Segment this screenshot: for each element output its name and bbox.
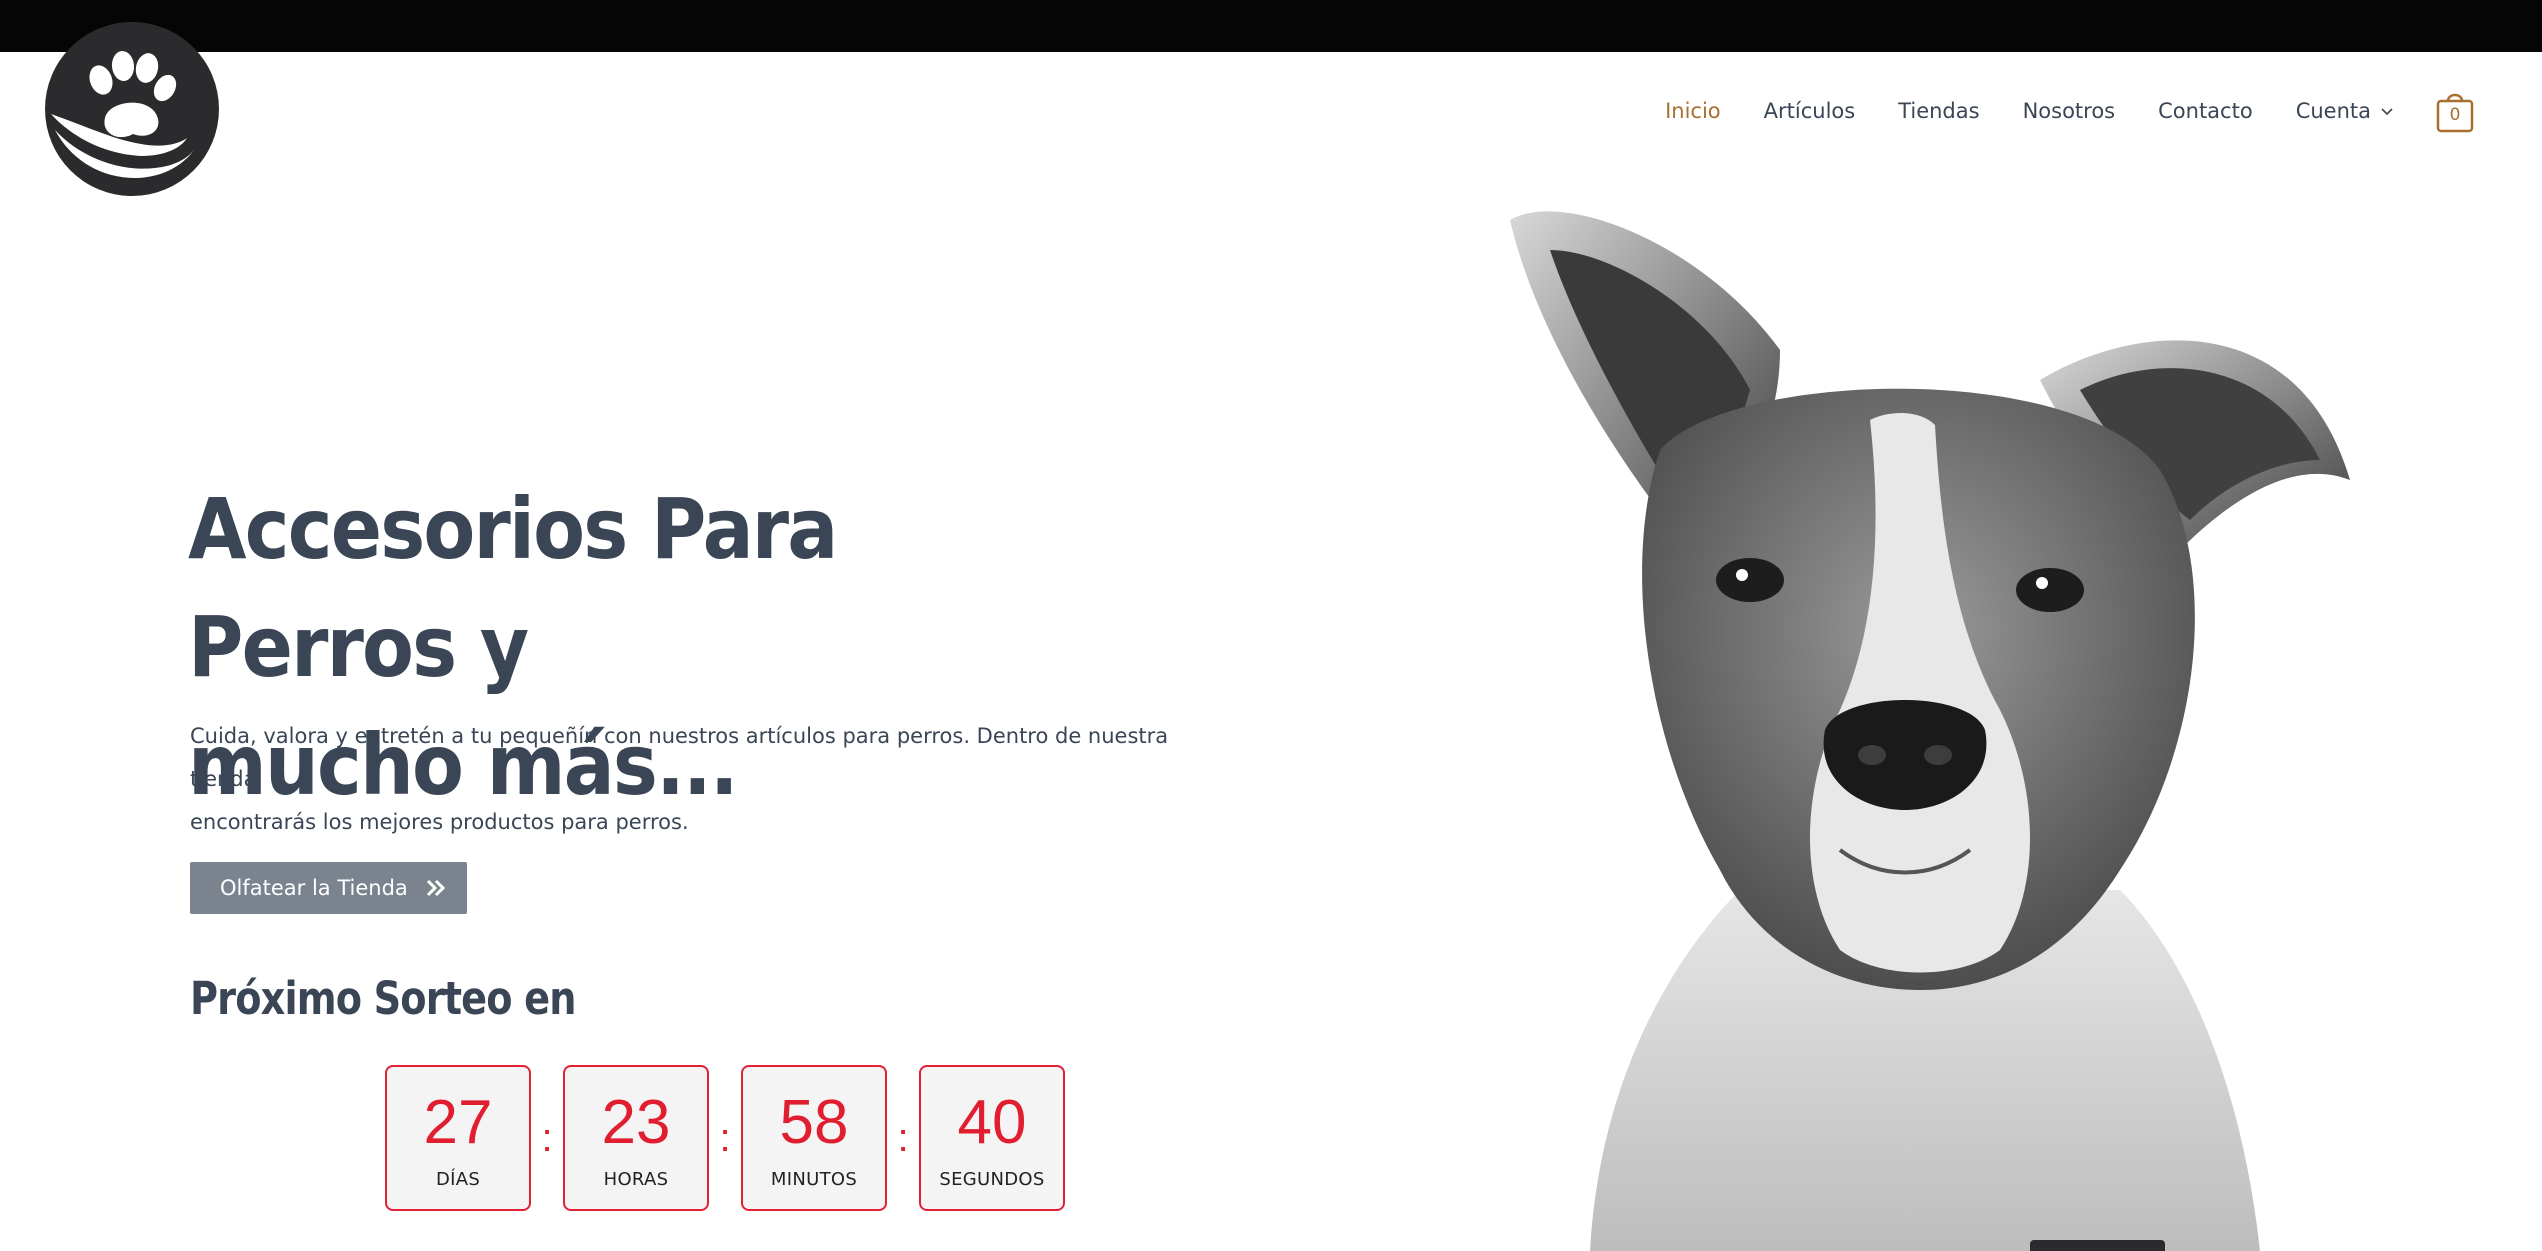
countdown-separator: :: [541, 1116, 553, 1160]
cart-button[interactable]: 0: [2436, 91, 2474, 133]
countdown-days-value: 27: [423, 1088, 493, 1157]
nav-item-cuenta-label: Cuenta: [2295, 99, 2371, 123]
countdown-heading: Próximo Sorteo en: [190, 972, 576, 1025]
top-black-bar: [0, 0, 2542, 52]
cart-count: 0: [2449, 105, 2461, 125]
main-nav: Inicio Artículos Tiendas Nosotros Contac…: [1622, 93, 2474, 133]
hero-description: Cuida, valora y entretén a tu pequeñín c…: [190, 715, 1220, 844]
shop-cta-button[interactable]: Olfatear la Tienda: [190, 862, 467, 914]
shop-cta-label: Olfatear la Tienda: [220, 876, 408, 900]
hero-description-line2: encontrarás los mejores productos para p…: [190, 810, 689, 834]
hero-description-line1: Cuida, valora y entretén a tu pequeñín c…: [190, 724, 1169, 791]
bottom-widget-tab[interactable]: [2030, 1240, 2165, 1251]
countdown-separator: :: [719, 1116, 731, 1160]
nav-item-contacto[interactable]: Contacto: [2158, 99, 2253, 123]
countdown-minutes: 58 MINUTOS: [741, 1065, 887, 1211]
countdown-timer: 27 DÍAS : 23 HORAS : 58 MINUTOS : 40 SEG…: [385, 1065, 1065, 1211]
countdown-hours: 23 HORAS: [563, 1065, 709, 1211]
chevron-down-icon: [2381, 108, 2393, 116]
countdown-seconds-value: 40: [957, 1088, 1027, 1157]
nav-item-nosotros[interactable]: Nosotros: [2023, 99, 2116, 123]
countdown-hours-label: HORAS: [603, 1169, 669, 1190]
countdown-seconds: 40 SEGUNDOS: [919, 1065, 1065, 1211]
countdown-seconds-label: SEGUNDOS: [939, 1169, 1045, 1190]
paw-hand-logo-icon: [48, 25, 216, 193]
nav-item-cuenta[interactable]: Cuenta: [2296, 99, 2393, 123]
countdown-days-label: DÍAS: [435, 1169, 481, 1190]
countdown-separator: :: [897, 1116, 909, 1160]
hero-title-line1: Accesorios Para Perros y: [188, 480, 838, 696]
countdown-hours-value: 23: [601, 1088, 671, 1157]
nav-item-articulos[interactable]: Artículos: [1764, 99, 1856, 123]
countdown-minutes-label: MINUTOS: [770, 1169, 858, 1190]
dog-portrait-image: [1480, 190, 2380, 1251]
site-logo[interactable]: [45, 22, 219, 196]
nav-item-tiendas[interactable]: Tiendas: [1898, 99, 1979, 123]
double-chevron-right-icon: [426, 879, 445, 897]
countdown-minutes-value: 58: [779, 1088, 849, 1157]
countdown-days: 27 DÍAS: [385, 1065, 531, 1211]
nav-item-inicio[interactable]: Inicio: [1665, 99, 1721, 123]
